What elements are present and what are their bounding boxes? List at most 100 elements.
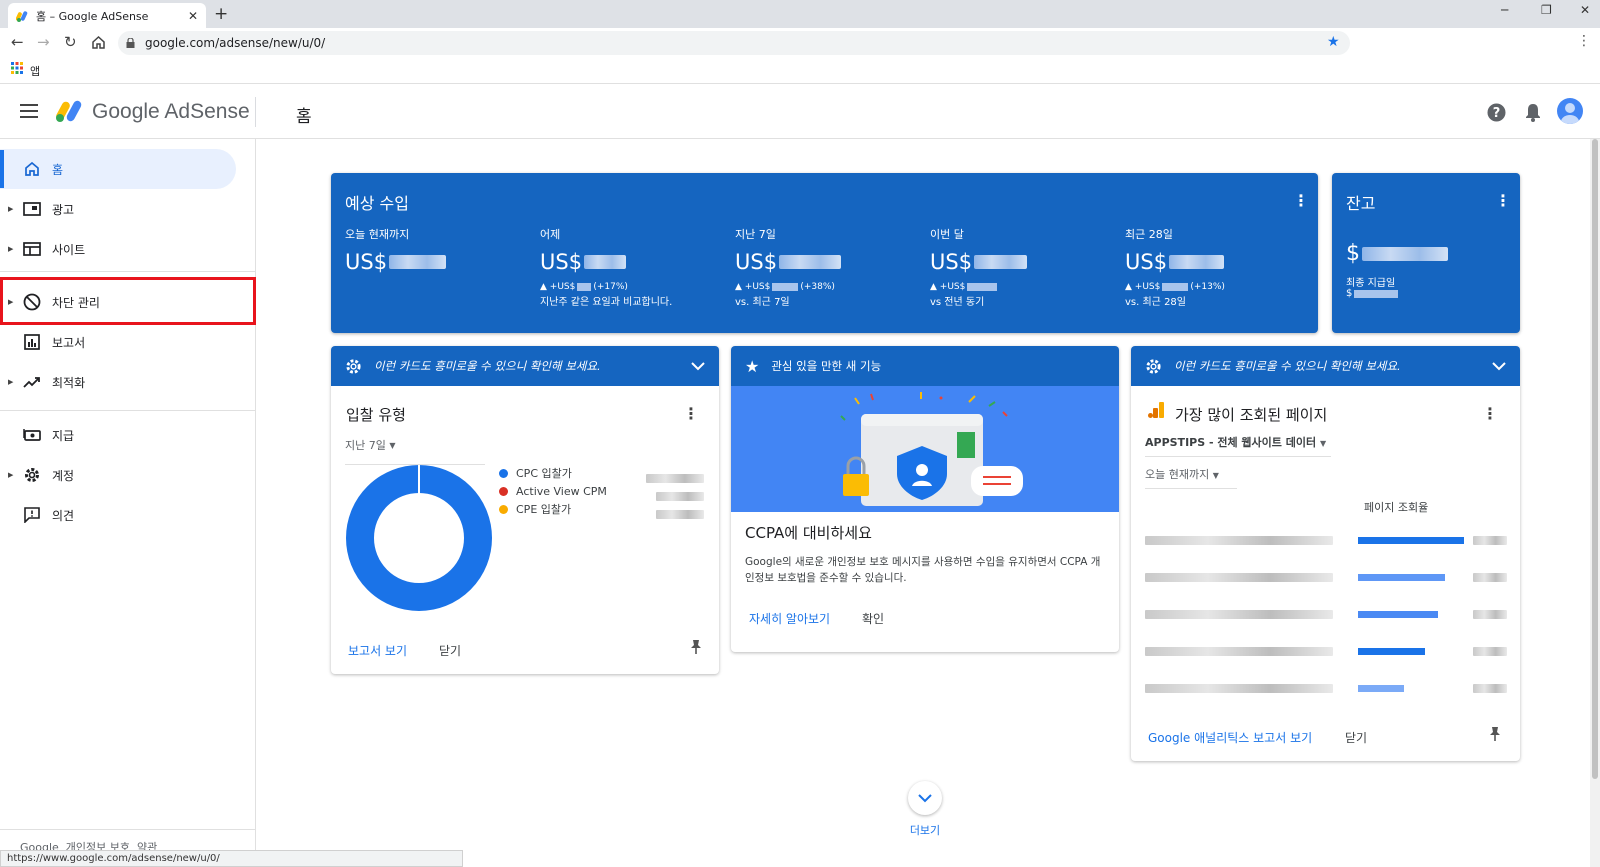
- earnings-last-28-days: 최근 28일 US$ ▲ +US$ (+13%) vs. 최근 28일: [1125, 226, 1305, 308]
- new-tab-button[interactable]: +: [214, 4, 228, 24]
- browser-tab[interactable]: 홈 – Google AdSense ✕: [8, 3, 206, 28]
- sidebar-item-reports[interactable]: 보고서: [0, 322, 236, 362]
- balance-currency: $: [1346, 241, 1360, 266]
- sidebar-item-account[interactable]: ▶ 계정: [0, 455, 236, 495]
- table-row[interactable]: [1145, 633, 1507, 670]
- table-row[interactable]: [1145, 670, 1507, 707]
- sidebar-item-sites[interactable]: ▶ 사이트: [0, 229, 236, 269]
- blurred-delta: [967, 283, 998, 291]
- compare-text: 지난주 같은 요일과 비교합니다.: [540, 297, 673, 308]
- legend-label: Active View CPM: [516, 484, 607, 498]
- home-browser-icon[interactable]: [91, 35, 106, 50]
- earnings-currency: US$: [345, 250, 388, 274]
- show-more-label[interactable]: 더보기: [908, 822, 942, 838]
- notifications-bell-icon[interactable]: [1525, 103, 1541, 122]
- browser-menu-icon[interactable]: ⋮: [1577, 33, 1591, 49]
- menu-icon[interactable]: [20, 104, 38, 118]
- table-row[interactable]: [1145, 559, 1507, 596]
- reports-icon: [24, 334, 40, 350]
- star-icon: ★: [745, 356, 760, 376]
- range-select[interactable]: 지난 7일 ▼: [345, 434, 485, 465]
- help-icon[interactable]: ?: [1487, 103, 1506, 122]
- blurred-delta: [577, 283, 592, 291]
- chevron-down-icon[interactable]: [691, 361, 705, 371]
- back-icon[interactable]: ←: [11, 33, 24, 51]
- payments-icon: [23, 429, 41, 441]
- apps-grid-icon[interactable]: [11, 62, 23, 74]
- legend-dot: [499, 504, 508, 514]
- view-report-link[interactable]: 보고서 보기: [348, 642, 407, 659]
- account-avatar[interactable]: [1557, 98, 1583, 124]
- confirm-button[interactable]: 확인: [862, 610, 884, 627]
- sidebar-item-label: 보고서: [52, 335, 86, 350]
- address-bar[interactable]: google.com/adsense/new/u/0/: [118, 31, 1350, 55]
- suggestion-banner[interactable]: 이런 카드도 흥미로울 수 있으니 확인해 보세요.: [1131, 346, 1520, 386]
- analytics-report-link[interactable]: Google 애널리틱스 보고서 보기: [1148, 729, 1312, 746]
- card-title: CCPA에 대비하세요: [745, 524, 872, 542]
- feedback-icon: [24, 507, 40, 523]
- window-close-icon[interactable]: ✕: [1580, 3, 1590, 17]
- table-row[interactable]: [1145, 596, 1507, 633]
- compare-text: vs. 최근 28일: [1125, 297, 1186, 308]
- blurred-delta: [772, 283, 799, 291]
- apps-label[interactable]: 앱: [30, 63, 40, 79]
- sites-icon: [23, 242, 41, 256]
- table-row[interactable]: [1145, 522, 1507, 559]
- sidebar-item-optimization[interactable]: ▶ 최적화: [0, 362, 236, 402]
- tab-close-icon[interactable]: ✕: [188, 9, 198, 23]
- card-body: Google의 새로운 개인정보 보호 메시지를 사용하면 수입을 유지하면서 …: [745, 556, 1101, 584]
- earnings-currency: US$: [930, 250, 973, 274]
- sidebar-item-feedback[interactable]: 의견: [0, 495, 236, 535]
- sidebar-item-ads[interactable]: ▶ 광고: [0, 189, 236, 229]
- minimize-icon[interactable]: ─: [1501, 3, 1508, 17]
- card-title: 가장 많이 조회된 페이지: [1175, 406, 1328, 424]
- last-payment-amount: $: [1346, 288, 1400, 299]
- pin-icon[interactable]: [1488, 726, 1502, 742]
- delta-pct: (+17%): [593, 282, 628, 292]
- adsense-logo-icon: [56, 100, 82, 122]
- sidebar-item-label: 계정: [52, 468, 75, 483]
- property-value: APPSTIPS - 전체 웹사이트 데이터: [1145, 436, 1317, 449]
- bookmark-star-icon[interactable]: ★: [1327, 34, 1340, 50]
- sidebar-item-payments[interactable]: 지급: [0, 415, 236, 455]
- pin-icon[interactable]: [689, 639, 703, 655]
- trending-up-icon: [23, 377, 40, 388]
- blurred-amount: [779, 255, 842, 269]
- more-vert-icon[interactable]: ⋮: [1495, 193, 1511, 209]
- scrollbar-thumb[interactable]: [1592, 139, 1598, 779]
- expand-arrow-icon: ▶: [8, 378, 14, 386]
- ads-icon: [23, 202, 41, 216]
- user-avatar-icon: [1561, 103, 1579, 124]
- legend-item: CPE 입찰가: [499, 500, 607, 518]
- bookmarks-bar: [0, 58, 1600, 84]
- restore-icon[interactable]: ❐: [1541, 3, 1552, 17]
- learn-more-link[interactable]: 자세히 알아보기: [749, 610, 830, 627]
- sidebar-item-home[interactable]: 홈: [0, 149, 236, 189]
- range-select[interactable]: 오늘 현재까지 ▼: [1145, 466, 1237, 489]
- blurred-value: [1473, 684, 1507, 693]
- property-select[interactable]: APPSTIPS - 전체 웹사이트 데이터 ▼: [1145, 434, 1331, 457]
- more-vert-icon[interactable]: ⋮: [683, 406, 699, 422]
- chevron-down-icon[interactable]: [1492, 361, 1506, 371]
- more-vert-icon[interactable]: ⋮: [1482, 406, 1498, 422]
- chevron-down-icon: [918, 793, 932, 802]
- pageview-bar: [1358, 537, 1464, 544]
- estimated-earnings-card: 예상 수입 ⋮ 오늘 현재까지 US$ 어제 US$ ▲ +US$ (+17%) …: [331, 173, 1318, 333]
- delta-prefix: ▲ +US$: [1125, 282, 1161, 292]
- pageview-bar: [1358, 648, 1425, 655]
- forward-icon[interactable]: →: [37, 33, 50, 51]
- more-vert-icon[interactable]: ⋮: [1293, 193, 1309, 209]
- close-button[interactable]: 닫기: [439, 642, 461, 659]
- reload-icon[interactable]: ↻: [64, 33, 77, 51]
- blurred-amount: [1169, 255, 1225, 269]
- gear-icon: [346, 358, 361, 374]
- url-text: google.com/adsense/new/u/0/: [145, 36, 326, 50]
- show-more-button[interactable]: [908, 781, 942, 815]
- close-button[interactable]: 닫기: [1345, 729, 1367, 746]
- suggestion-banner[interactable]: 이런 카드도 흥미로울 수 있으니 확인해 보세요.: [331, 346, 719, 386]
- earnings-currency: US$: [735, 250, 778, 274]
- pageview-bar: [1358, 611, 1438, 618]
- adsense-favicon-icon: [16, 10, 28, 22]
- delta-prefix: ▲ +US$: [735, 282, 771, 292]
- bid-types-donut-chart: [346, 465, 492, 611]
